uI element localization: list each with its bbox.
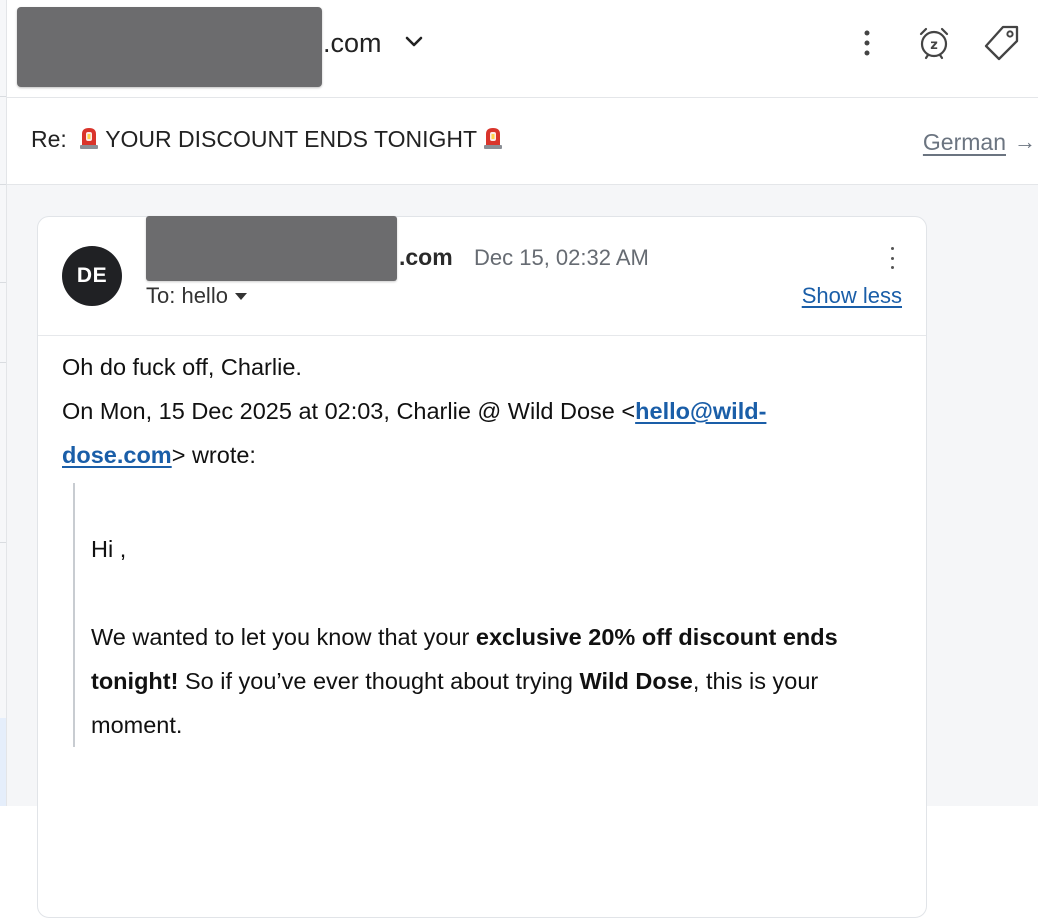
rail-divider [0, 184, 6, 185]
show-less-link[interactable]: Show less [802, 283, 902, 309]
translate-language-link[interactable]: German [923, 129, 1006, 156]
rail-divider [0, 362, 6, 363]
caret-down-icon [234, 281, 248, 307]
arrow-right-icon[interactable]: → [1014, 129, 1036, 155]
message-list-area: DE .com Dec 15, 02:32 AM To: hello Show … [7, 185, 1038, 918]
message-header: DE .com Dec 15, 02:32 AM To: hello Show … [38, 216, 926, 336]
more-vertical-icon[interactable] [847, 22, 887, 64]
message-date: Dec 15, 02:32 AM [474, 245, 649, 270]
rail-divider [0, 542, 6, 543]
svg-text:z: z [930, 38, 938, 53]
message-body: Oh do fuck off, Charlie. On Mon, 15 Dec … [62, 345, 892, 747]
redacted-from-name [146, 216, 397, 281]
message-more-icon[interactable] [884, 247, 900, 269]
thread-header: .com z [7, 0, 1038, 98]
quoted-greeting: Hi , [91, 536, 127, 562]
to-label: To: hello [146, 283, 228, 308]
police-light-emoji-icon [483, 126, 503, 157]
left-rail [0, 0, 7, 806]
from-domain: .com [399, 244, 453, 270]
reply-text: Oh do fuck off, Charlie. [62, 354, 302, 380]
avatar[interactable]: DE [62, 246, 122, 306]
quote-attribution: On Mon, 15 Dec 2025 at 02:03, Charlie @ … [62, 398, 767, 468]
police-light-emoji-icon [79, 126, 99, 157]
quoted-message: Hi , We wanted to let you know that your… [73, 483, 892, 747]
quoted-paragraph: We wanted to let you know that your excl… [91, 624, 838, 738]
redacted-sender-name [17, 7, 322, 87]
rail-divider [0, 96, 6, 97]
sender-domain: .com [323, 28, 382, 58]
chevron-down-icon[interactable] [402, 30, 426, 54]
rail-selected-highlight [0, 718, 6, 806]
email-subject: Re: YOUR DISCOUNT ENDS TONIGHT [31, 124, 509, 157]
subject-bar: Re: YOUR DISCOUNT ENDS TONIGHT German → [7, 98, 1038, 185]
tag-icon[interactable] [982, 22, 1022, 64]
message-card: DE .com Dec 15, 02:32 AM To: hello Show … [37, 216, 927, 918]
subject-prefix: Re: [31, 126, 67, 152]
subject-text: YOUR DISCOUNT ENDS TONIGHT [105, 126, 478, 152]
recipients-toggle[interactable]: To: hello [146, 281, 248, 309]
rail-divider [0, 282, 6, 283]
alarm-clock-icon[interactable]: z [914, 22, 954, 64]
